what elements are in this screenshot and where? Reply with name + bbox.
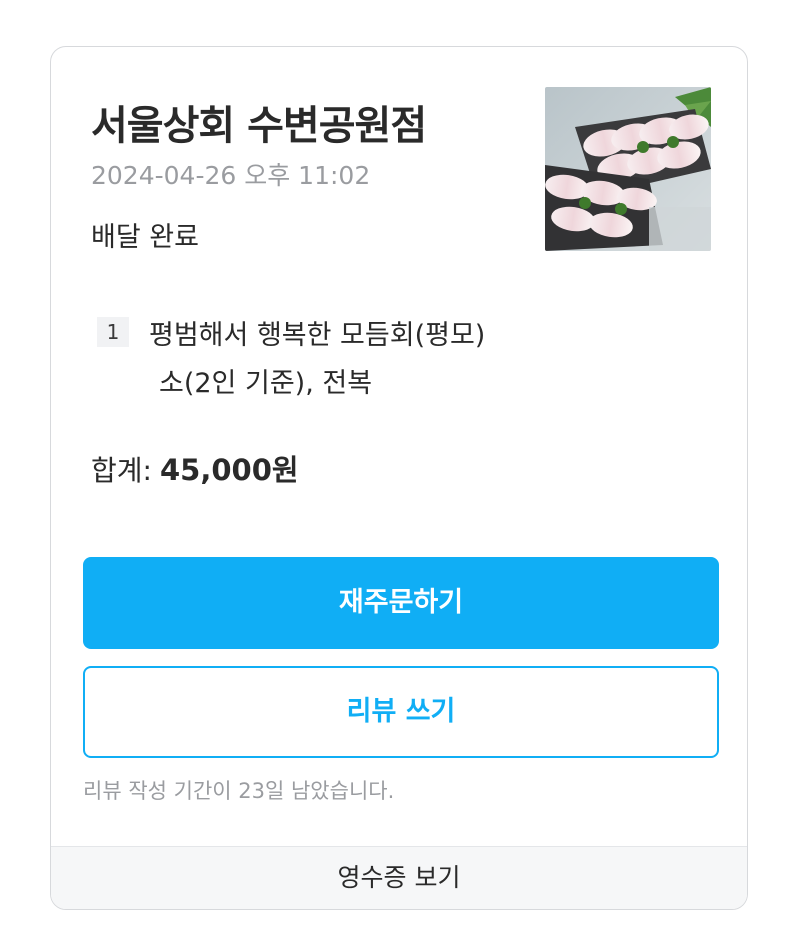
write-review-button[interactable]: 리뷰 쓰기 <box>83 666 719 758</box>
order-total: 합계: 45,000원 <box>91 447 299 489</box>
view-receipt-button[interactable]: 영수증 보기 <box>51 846 747 909</box>
sliced-raw-fish-image <box>545 87 711 251</box>
item-option: 소(2인 기준), 전복 <box>159 368 373 399</box>
order-date: 2024-04-26 오후 11:02 <box>91 161 371 190</box>
order-card: 서울상회 수변공원점 2024-04-26 오후 11:02 배달 완료 1 평… <box>50 46 748 910</box>
item-name: 평범해서 행복한 모듬회(평모) <box>149 320 486 351</box>
review-period-note: 리뷰 작성 기간이 23일 남았습니다. <box>83 779 395 803</box>
delivery-status: 배달 완료 <box>91 222 199 253</box>
item-quantity-badge: 1 <box>97 317 129 347</box>
store-name[interactable]: 서울상회 수변공원점 <box>91 93 427 151</box>
total-amount: 45,000원 <box>159 453 299 487</box>
total-label: 합계: <box>91 454 152 487</box>
food-thumbnail[interactable] <box>545 87 711 251</box>
reorder-button[interactable]: 재주문하기 <box>83 557 719 649</box>
